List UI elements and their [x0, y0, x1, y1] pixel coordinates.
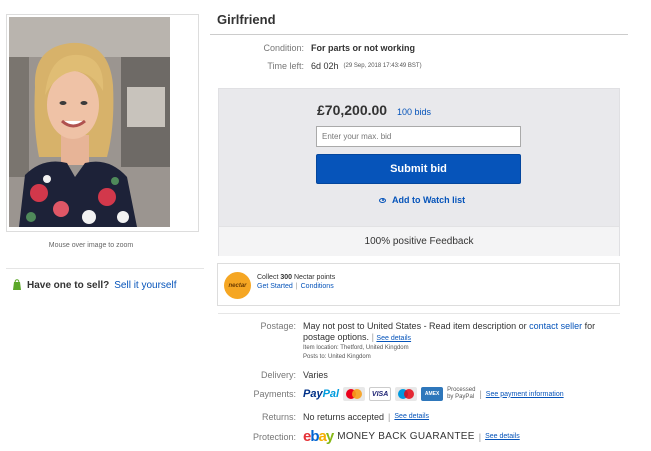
visa-icon: VISA — [369, 387, 392, 401]
payments-row: Payments: PayPal VISA AMEX Processed by P… — [210, 387, 564, 401]
protection-see-details-link[interactable]: See details — [485, 433, 520, 440]
delivery-label: Delivery: — [260, 370, 296, 380]
money-back-guarantee: MONEY BACK GUARANTEE — [337, 431, 475, 442]
nectar-collect-prefix: Collect — [257, 274, 279, 281]
item-title: Girlfriend — [217, 12, 276, 27]
posts-to: Posts to: United Kingdom — [303, 354, 371, 360]
nectar-collect-suffix: Nectar points — [294, 274, 336, 281]
seller-feedback: 100% positive Feedback — [219, 226, 619, 256]
condition-value: For parts or not working — [311, 43, 416, 53]
sell-question: Have one to sell? — [27, 279, 110, 291]
nectar-conditions-link[interactable]: Conditions — [301, 283, 334, 290]
bid-count-link[interactable]: 100 bids — [397, 107, 431, 117]
processed-by-paypal: Processed by PayPal — [447, 387, 476, 400]
maestro-icon — [395, 387, 418, 401]
nectar-logo: nectar — [224, 272, 251, 299]
returns-label: Returns: — [261, 412, 296, 422]
contact-seller-link[interactable]: contact seller — [529, 321, 582, 331]
add-to-watch-list-link[interactable]: Add to Watch list — [379, 195, 465, 205]
nectar-points: 300 — [280, 274, 293, 281]
time-left-row: Time left: 6d 02h (29 Sep, 2018 17:43:49… — [218, 61, 422, 71]
time-left-value: 6d 02h — [311, 61, 339, 71]
price-tag-icon — [13, 279, 21, 290]
protection-row: Protection: ebay MONEY BACK GUARANTEE | … — [210, 428, 520, 445]
postage-see-details-link[interactable]: See details — [376, 335, 411, 342]
left-divider — [6, 268, 204, 269]
amex-icon: AMEX — [421, 387, 444, 401]
bid-panel: £70,200.00 100 bids Submit bid Add to Wa… — [218, 88, 620, 256]
max-bid-input[interactable] — [316, 126, 521, 147]
postage-info: May not post to United States - Read ite… — [303, 321, 608, 362]
postage-row: Postage: May not post to United States -… — [210, 321, 608, 362]
submit-bid-button[interactable]: Submit bid — [316, 154, 521, 184]
nectar-get-started-link[interactable]: Get Started — [257, 283, 293, 290]
item-photo[interactable] — [9, 17, 170, 227]
delivery-value: Varies — [303, 370, 328, 380]
nectar-separator: | — [295, 283, 298, 290]
returns-value: No returns accepted — [303, 412, 385, 422]
item-image-frame — [6, 14, 199, 232]
sell-prompt: Have one to sell? Sell it yourself — [12, 279, 177, 291]
nectar-collect-text: Collect 300 Nectar points — [257, 274, 335, 281]
nectar-points-box: nectar Collect 300 Nectar points Get Sta… — [217, 263, 620, 306]
condition-row: Condition: For parts or not working — [218, 43, 415, 53]
see-payment-information-link[interactable]: See payment information — [486, 391, 564, 398]
paypal-logo: PayPal — [303, 388, 340, 400]
watch-list-label: Add to Watch list — [392, 195, 466, 205]
mastercard-icon — [343, 387, 366, 401]
delivery-row: Delivery: Varies — [210, 370, 328, 380]
item-location: Item location: Thetford, United Kingdom — [303, 345, 409, 351]
time-left-detail: (29 Sep, 2018 17:43:49 BST) — [343, 63, 422, 69]
title-divider — [210, 34, 628, 35]
time-left-label: Time left: — [267, 61, 304, 71]
eye-icon — [379, 197, 386, 203]
sell-it-yourself-link[interactable]: Sell it yourself — [114, 280, 176, 291]
ebay-logo: ebay — [303, 428, 334, 445]
payment-methods: PayPal VISA AMEX Processed by PayPal | Se… — [303, 387, 564, 401]
returns-see-details-link[interactable]: See details — [394, 413, 429, 422]
shipping-divider — [218, 313, 620, 314]
condition-label: Condition: — [263, 43, 304, 53]
current-price: £70,200.00 — [317, 102, 388, 118]
nectar-links: Get Started | Conditions — [257, 283, 334, 290]
postage-text-1: May not post to United States - Read ite… — [303, 321, 527, 331]
returns-row: Returns: No returns accepted | See detai… — [210, 412, 429, 422]
item-photo-image — [9, 17, 170, 227]
protection-label: Protection: — [252, 431, 296, 442]
payments-label: Payments: — [253, 389, 296, 399]
postage-label: Postage: — [260, 321, 296, 331]
zoom-hint: Mouse over image to zoom — [48, 242, 134, 249]
